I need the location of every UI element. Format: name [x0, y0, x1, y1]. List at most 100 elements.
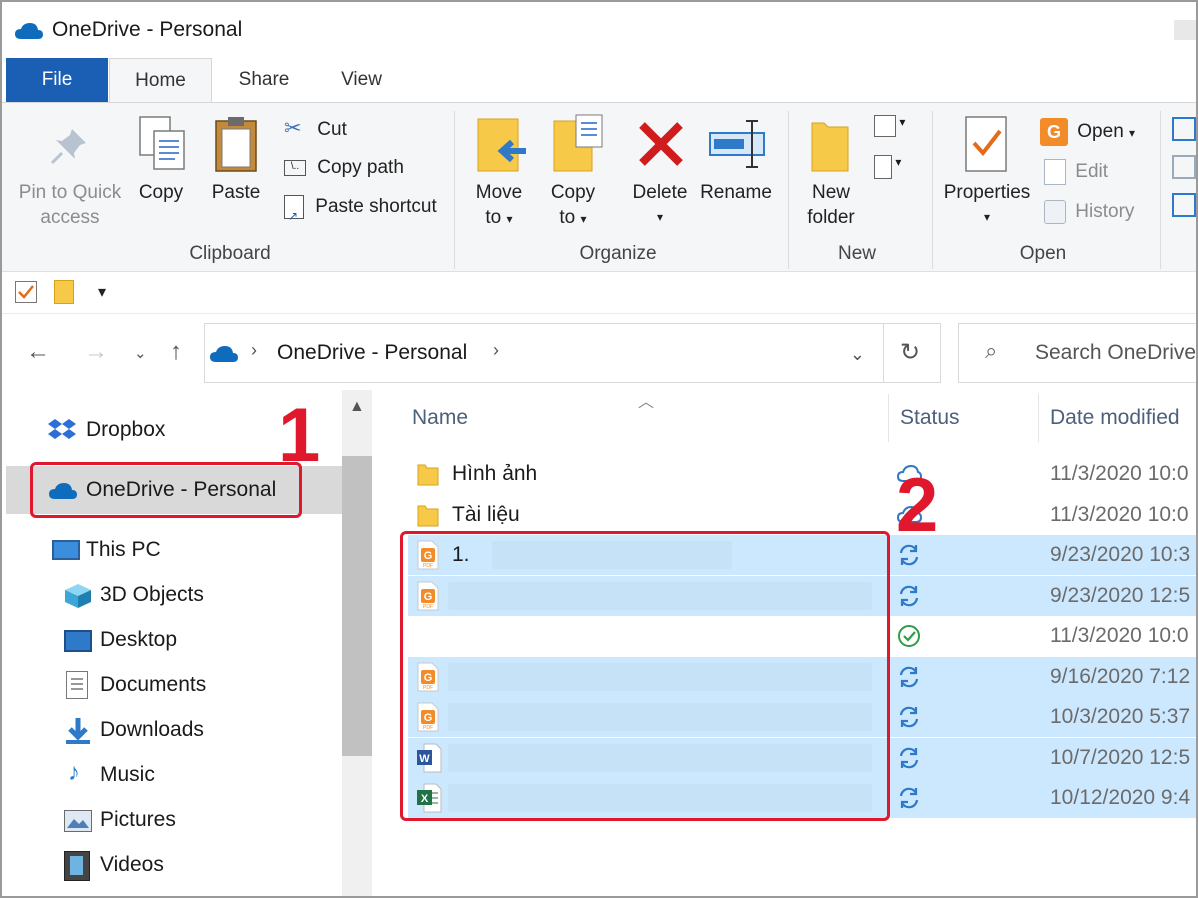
file-name[interactable]: Hình ảnh — [452, 462, 537, 486]
recent-locations-chevron-icon[interactable]: ⌄ — [134, 344, 147, 362]
new-folder-qat-icon[interactable] — [54, 280, 74, 304]
easy-access-button[interactable]: ▾ — [874, 155, 920, 181]
nav-item-label: Pictures — [100, 808, 176, 831]
nav-item-music[interactable]: ♪ Music — [62, 753, 338, 797]
column-divider[interactable] — [1038, 394, 1039, 442]
move-to-icon — [477, 118, 526, 172]
nav-scrollbar[interactable]: ▲ — [342, 390, 372, 896]
column-header-date-modified[interactable]: Date modified — [1050, 406, 1180, 430]
delete-button[interactable]: Delete ▾ — [626, 180, 694, 230]
breadcrumb-chevron-icon[interactable]: › — [493, 340, 499, 361]
column-header-name[interactable]: Name — [412, 406, 468, 430]
group-separator — [1160, 111, 1161, 269]
delete-x-icon — [639, 122, 683, 166]
nav-item-downloads[interactable]: Downloads — [62, 708, 338, 752]
date-modified: 11/3/2020 10:0 — [1050, 502, 1189, 526]
search-box[interactable]: ⌕ Search OneDrive — [958, 323, 1196, 383]
rename-button[interactable]: Rename — [698, 180, 774, 205]
paste-button[interactable]: Paste — [204, 180, 268, 205]
group-separator — [932, 111, 933, 269]
pin-to-quick-access-button[interactable]: Pin to Quick access — [12, 180, 128, 230]
customize-qat-dropdown-icon[interactable]: ▾ — [98, 282, 106, 302]
date-modified: 10/7/2020 12:5 — [1050, 745, 1191, 769]
history-button[interactable]: History — [1044, 200, 1134, 224]
address-bar[interactable]: › OneDrive - Personal › ⌄ — [204, 323, 884, 383]
refresh-button[interactable]: ↻ — [883, 323, 941, 383]
chevron-down-icon: ▾ — [895, 155, 902, 169]
title-bar: OneDrive - Personal — [2, 2, 1196, 58]
scroll-up-icon[interactable]: ▲ — [349, 398, 365, 416]
open-app-icon: G — [1040, 118, 1068, 146]
file-row[interactable]: Tài liệu 11/3/2020 10:0 — [408, 495, 1196, 535]
properties-label: Properties — [943, 182, 1031, 203]
nav-item-label: 3D Objects — [100, 583, 204, 606]
tab-view[interactable]: View — [324, 58, 399, 102]
address-dropdown-chevron-icon[interactable]: ⌄ — [850, 344, 865, 365]
copy-to-label-line2: to ▾ — [559, 207, 587, 228]
column-header-status[interactable]: Status — [900, 406, 960, 430]
copy-button[interactable]: Copy — [128, 180, 194, 205]
nav-item-label: This PC — [86, 538, 161, 561]
scrollbar-thumb[interactable] — [342, 456, 372, 756]
new-folder-icon — [811, 122, 849, 172]
pictures-icon — [64, 810, 92, 832]
status-sync-icon — [896, 745, 922, 771]
annotation-number-2: 2 — [896, 463, 939, 548]
nav-item-desktop[interactable]: Desktop — [62, 618, 338, 662]
tab-home[interactable]: Home — [109, 58, 212, 103]
cube-icon — [64, 583, 92, 609]
new-item-button[interactable]: ▾ — [874, 115, 920, 141]
new-folder-button[interactable]: New folder — [798, 180, 864, 230]
nav-item-pictures[interactable]: Pictures — [62, 798, 338, 842]
search-icon: ⌕ — [985, 338, 998, 363]
up-arrow-icon[interactable]: ↑ — [170, 338, 182, 366]
copy-path-button[interactable]: \.. Copy path — [284, 156, 404, 180]
date-modified: 9/16/2020 7:12 — [1050, 664, 1191, 688]
properties-button[interactable]: Properties ▾ — [938, 180, 1036, 230]
chevron-down-icon: ▾ — [983, 210, 991, 224]
file-name[interactable]: Tài liệu — [452, 503, 520, 527]
date-modified: 11/3/2020 10:0 — [1050, 462, 1189, 485]
annotation-number-1: 1 — [278, 393, 321, 478]
back-arrow-icon[interactable]: ← — [26, 338, 50, 366]
properties-check-icon[interactable] — [15, 281, 37, 303]
nav-item-3d-objects[interactable]: 3D Objects — [62, 573, 338, 617]
pin-label-line2: access — [40, 207, 100, 228]
tab-share[interactable]: Share — [224, 58, 304, 102]
tab-file[interactable]: File — [6, 58, 108, 102]
column-divider[interactable] — [888, 394, 889, 442]
copy-to-button[interactable]: Copy to ▾ — [540, 180, 606, 232]
onedrive-cloud-icon — [15, 23, 43, 39]
forward-arrow-icon[interactable]: → — [84, 338, 108, 366]
edit-button[interactable]: Edit — [1044, 159, 1108, 185]
paste-shortcut-button[interactable]: ↗ Paste shortcut — [284, 195, 437, 223]
documents-icon — [66, 671, 88, 699]
move-to-button[interactable]: Move to ▾ — [464, 180, 534, 232]
new-folder-label-line1: New — [811, 182, 850, 203]
open-button[interactable]: G Open ▾ — [1040, 118, 1135, 146]
group-separator — [454, 111, 455, 269]
desktop-icon — [64, 630, 92, 652]
cut-button[interactable]: ✂ Cut — [284, 117, 347, 142]
pin-icon — [50, 129, 86, 165]
copy-to-label-line1: Copy — [550, 182, 596, 203]
window-controls[interactable] — [1174, 20, 1196, 40]
history-label: History — [1075, 201, 1135, 223]
edit-icon — [1044, 159, 1066, 185]
file-row[interactable]: Hình ảnh 11/3/2020 10:0 — [408, 454, 1196, 494]
select-group-partial[interactable] — [1172, 117, 1196, 227]
nav-item-videos[interactable]: Videos — [62, 843, 338, 887]
nav-item-documents[interactable]: Documents — [62, 663, 338, 707]
status-sync-icon — [896, 583, 922, 609]
dropbox-icon — [48, 418, 76, 442]
refresh-icon: ↻ — [900, 339, 921, 366]
nav-item-this-pc[interactable]: This PC — [48, 528, 338, 572]
breadcrumb-chevron-icon[interactable]: › — [251, 340, 257, 361]
edit-label: Edit — [1075, 161, 1109, 183]
nav-item-label: Documents — [100, 673, 207, 696]
address-path[interactable]: OneDrive - Personal — [277, 341, 467, 365]
status-sync-icon — [896, 664, 922, 690]
rename-icon — [709, 120, 765, 168]
status-sync-icon — [896, 704, 922, 730]
pin-label-line1: Pin to Quick — [18, 182, 122, 203]
